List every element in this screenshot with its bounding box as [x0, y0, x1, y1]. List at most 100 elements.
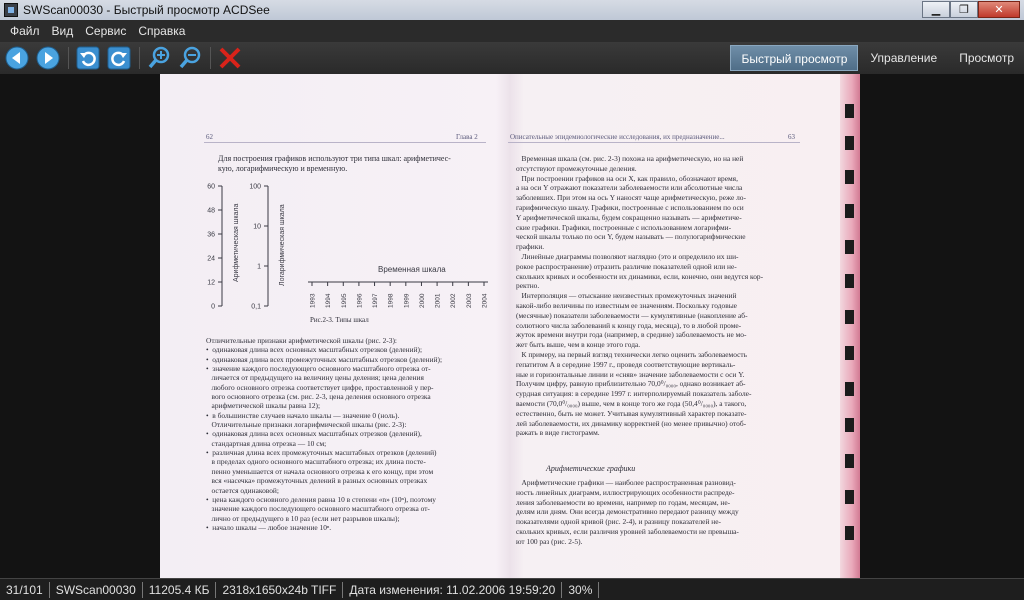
zoom-out-button[interactable] — [177, 45, 203, 71]
restore-button[interactable]: ❐ — [950, 1, 978, 18]
left-body-text: Отличительные признаки арифметической шк… — [206, 336, 443, 532]
edge-mark — [845, 382, 854, 396]
right-page-header: Описательные эпидемиологические исследов… — [510, 133, 725, 141]
edge-mark — [845, 136, 854, 150]
left-intro-text: Для построения графиков используют три т… — [218, 154, 451, 173]
right-header-rule — [508, 142, 800, 143]
time-tick-label: 2004 — [482, 293, 489, 308]
tab-manage[interactable]: Управление — [860, 45, 947, 71]
file-size: 11205.4 КБ — [143, 581, 217, 598]
close-icon: ✕ — [994, 3, 1004, 16]
page-edge-strip — [840, 74, 860, 578]
time-tick-label: 2002 — [450, 293, 457, 308]
window-title: SWScan00030 - Быстрый просмотр ACDSee — [23, 3, 270, 17]
time-tick-label: 2003 — [466, 293, 473, 308]
edge-mark — [845, 170, 854, 184]
tab-quick-view[interactable]: Быстрый просмотр — [730, 45, 859, 71]
rotate-left-icon — [76, 46, 100, 70]
tab-view[interactable]: Просмотр — [949, 45, 1024, 71]
zoom-out-icon — [179, 46, 201, 69]
figure-caption: Рис.2-3. Типы шкал — [310, 316, 369, 324]
log-tick-label: 10 — [253, 224, 261, 231]
image-dimensions: 2318x1650x24b TIFF — [216, 581, 344, 598]
rotate-left-button[interactable] — [75, 45, 101, 71]
menu-tools[interactable]: Сервис — [79, 20, 132, 42]
file-name: SWScan00030 — [50, 581, 143, 598]
log-tick-label: 1 — [257, 264, 261, 271]
modified-date: Дата изменения: 11.02.2006 19:59:20 — [343, 581, 563, 598]
time-tick-label: 1996 — [356, 293, 363, 308]
close-window-button[interactable]: ✕ — [978, 1, 1020, 18]
zoom-in-icon — [148, 46, 170, 69]
edge-mark — [845, 418, 854, 432]
edge-mark — [845, 454, 854, 468]
right-subheading: Арифметические графики — [546, 464, 636, 473]
time-tick-label: 2001 — [435, 293, 442, 308]
arith-tick-label: 36 — [207, 232, 215, 239]
log-tick-label: 0,1 — [251, 304, 261, 311]
time-tick-label: 1999 — [403, 293, 410, 308]
time-tick-label: 2000 — [419, 293, 426, 308]
menu-view[interactable]: Вид — [46, 20, 80, 42]
menu-file[interactable]: Файл — [4, 20, 46, 42]
log-tick-label: 100 — [249, 184, 261, 191]
arith-tick-label: 12 — [207, 280, 215, 287]
arrow-left-icon — [5, 46, 29, 70]
toolbar-separator — [68, 47, 69, 69]
time-tick-label: 1997 — [372, 293, 379, 308]
mode-tabs: Быстрый просмотр Управление Просмотр — [728, 42, 1024, 74]
delete-icon — [219, 47, 241, 69]
log-scale-label: Логарифмическая шкала — [279, 204, 286, 286]
toolbar-separator — [139, 47, 140, 69]
arith-tick-label: 48 — [207, 208, 215, 215]
rotate-right-button[interactable] — [106, 45, 132, 71]
zoom-level: 30% — [562, 581, 600, 598]
time-tick-label: 1994 — [325, 293, 332, 308]
rotate-right-icon — [107, 46, 131, 70]
edge-mark — [845, 240, 854, 254]
right-body-text: Временная шкала (см. рис. 2-3) похожа на… — [516, 154, 764, 438]
edge-mark — [845, 104, 854, 118]
right-page-number: 63 — [788, 133, 795, 141]
edge-mark — [845, 274, 854, 288]
right-body-text-2: Арифметические графики — наиболее распро… — [516, 478, 739, 546]
arith-tick-label: 60 — [207, 184, 215, 191]
edge-mark — [845, 490, 854, 504]
arith-tick-label: 0 — [211, 304, 215, 311]
status-bar: 31/101 SWScan00030 11205.4 КБ 2318x1650x… — [0, 578, 1024, 600]
arith-scale-label: Арифметическая шкала — [233, 203, 240, 282]
delete-button[interactable] — [217, 45, 243, 71]
scanned-page-image: 62 Глава 2 Описательные эпидемиологическ… — [160, 74, 860, 578]
edge-mark — [845, 204, 854, 218]
left-header-rule — [204, 142, 486, 143]
arrow-right-icon — [36, 46, 60, 70]
edge-mark — [845, 310, 854, 324]
toolbar-separator — [210, 47, 211, 69]
edge-mark — [845, 346, 854, 360]
window-controls: ▁ ❐ ✕ — [922, 1, 1020, 18]
image-viewer[interactable]: 62 Глава 2 Описательные эпидемиологическ… — [0, 74, 1024, 578]
restore-icon: ❐ — [959, 3, 969, 16]
time-tick-group: 1993 1994 1995 1996 1997 1998 1999 2000 2001 2002… — [310, 282, 489, 308]
next-image-button[interactable] — [35, 45, 61, 71]
menu-help[interactable]: Справка — [132, 20, 191, 42]
time-tick-label: 1993 — [310, 293, 317, 308]
time-scale-label: Временная шкала — [378, 265, 446, 274]
log-tick-group: 100 10 1 0,1 — [249, 184, 268, 311]
left-page-number: 62 — [206, 133, 213, 141]
arith-tick-label: 24 — [207, 256, 215, 263]
minimize-button[interactable]: ▁ — [922, 1, 950, 18]
previous-image-button[interactable] — [4, 45, 30, 71]
title-bar: SWScan00030 - Быстрый просмотр ACDSee ▁ … — [0, 0, 1024, 20]
left-page-header: Глава 2 — [456, 133, 478, 141]
scale-types-figure: 60483624120 Арифметическая шкала 1001010… — [207, 184, 489, 325]
time-tick-label: 1995 — [341, 293, 348, 308]
zoom-in-button[interactable] — [146, 45, 172, 71]
minimize-icon: ▁ — [931, 3, 941, 16]
acdsee-app-icon — [4, 3, 18, 17]
edge-mark — [845, 526, 854, 540]
arith-tick-group: 60 48 36 24 12 0 — [207, 184, 222, 311]
image-index: 31/101 — [0, 581, 50, 598]
time-tick-label: 1998 — [388, 293, 395, 308]
toolbar: Быстрый просмотр Управление Просмотр — [0, 42, 1024, 74]
